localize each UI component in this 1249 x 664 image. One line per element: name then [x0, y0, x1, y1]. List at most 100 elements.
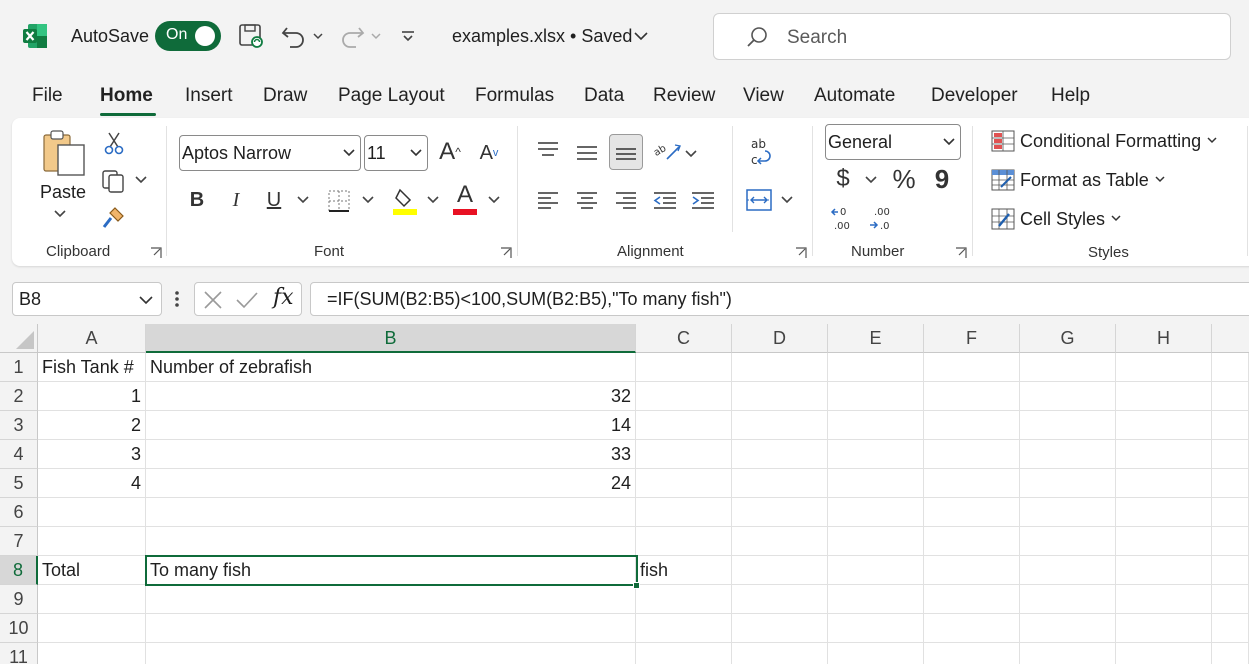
cell-g10[interactable] — [1020, 614, 1116, 643]
cell-c4[interactable] — [636, 440, 732, 469]
tab-draw[interactable]: Draw — [263, 85, 307, 107]
column-header-g[interactable]: G — [1020, 324, 1116, 353]
fill-handle[interactable] — [633, 582, 640, 589]
decrease-decimal-icon[interactable]: .00.0 — [868, 204, 896, 232]
cell-i5[interactable] — [1212, 469, 1249, 498]
cell-a8[interactable]: Total — [38, 556, 146, 585]
select-all-corner[interactable] — [0, 324, 38, 353]
column-header-d[interactable]: D — [732, 324, 828, 353]
cell-e3[interactable] — [828, 411, 924, 440]
cell-d6[interactable] — [732, 498, 828, 527]
bottom-align-icon[interactable] — [609, 134, 643, 170]
undo-dropdown-icon[interactable] — [311, 22, 325, 50]
cell-g5[interactable] — [1020, 469, 1116, 498]
filename-chevron-down-icon[interactable] — [632, 22, 650, 50]
cell-a4[interactable]: 3 — [38, 440, 146, 469]
cell-g3[interactable] — [1020, 411, 1116, 440]
cell-c9[interactable] — [636, 585, 732, 614]
column-header-c[interactable]: C — [636, 324, 732, 353]
cell-e8[interactable] — [828, 556, 924, 585]
cell-c8[interactable]: fish — [636, 556, 732, 585]
cell-e9[interactable] — [828, 585, 924, 614]
cell-h4[interactable] — [1116, 440, 1212, 469]
cell-c7[interactable] — [636, 527, 732, 556]
font-color-chevron-down-icon[interactable] — [487, 194, 501, 206]
customize-qat-icon[interactable] — [398, 22, 418, 50]
currency-button[interactable]: $ — [832, 164, 854, 194]
cell-i4[interactable] — [1212, 440, 1249, 469]
cell-d3[interactable] — [732, 411, 828, 440]
cell-h2[interactable] — [1116, 382, 1212, 411]
cell-i2[interactable] — [1212, 382, 1249, 411]
merge-center-icon[interactable] — [744, 186, 774, 214]
fill-color-chevron-down-icon[interactable] — [426, 194, 440, 206]
cell-i3[interactable] — [1212, 411, 1249, 440]
search-box[interactable]: Search — [713, 13, 1231, 60]
row-header-10[interactable]: 10 — [0, 614, 38, 643]
cell-g6[interactable] — [1020, 498, 1116, 527]
borders-chevron-down-icon[interactable] — [361, 194, 375, 206]
decrease-font-size-button[interactable]: Av — [476, 138, 502, 168]
cell-g4[interactable] — [1020, 440, 1116, 469]
tab-review[interactable]: Review — [653, 85, 715, 107]
row-header-11[interactable]: 11 — [0, 643, 38, 664]
cell-h5[interactable] — [1116, 469, 1212, 498]
cell-c11[interactable] — [636, 643, 732, 664]
column-header-a[interactable]: A — [38, 324, 146, 353]
cell-d7[interactable] — [732, 527, 828, 556]
align-right-icon[interactable] — [614, 188, 638, 212]
cell-a11[interactable] — [38, 643, 146, 664]
increase-indent-icon[interactable] — [690, 188, 716, 212]
tab-formulas[interactable]: Formulas — [475, 85, 554, 107]
cell-i6[interactable] — [1212, 498, 1249, 527]
cell-g1[interactable] — [1020, 353, 1116, 382]
cell-i1[interactable] — [1212, 353, 1249, 382]
enter-check-icon[interactable] — [235, 290, 259, 310]
font-size-select[interactable]: 11 — [364, 135, 428, 171]
cell-f10[interactable] — [924, 614, 1020, 643]
cell-b6[interactable] — [146, 498, 636, 527]
column-header-b[interactable]: B — [146, 324, 636, 353]
cell-e5[interactable] — [828, 469, 924, 498]
paste-button-label[interactable]: Paste — [40, 182, 86, 203]
copy-icon[interactable] — [100, 168, 128, 194]
cell-e7[interactable] — [828, 527, 924, 556]
name-box[interactable]: B8 — [12, 282, 162, 316]
comma-style-button[interactable]: 9 — [932, 164, 952, 194]
cell-f2[interactable] — [924, 382, 1020, 411]
tab-automate[interactable]: Automate — [814, 85, 895, 107]
cell-f9[interactable] — [924, 585, 1020, 614]
cell-c6[interactable] — [636, 498, 732, 527]
cell-c10[interactable] — [636, 614, 732, 643]
cell-i8[interactable] — [1212, 556, 1249, 585]
cell-b4[interactable]: 33 — [146, 440, 636, 469]
row-header-7[interactable]: 7 — [0, 527, 38, 556]
decrease-indent-icon[interactable] — [652, 188, 678, 212]
cell-b11[interactable] — [146, 643, 636, 664]
increase-font-size-button[interactable]: A ^ — [436, 136, 464, 168]
cell-f8[interactable] — [924, 556, 1020, 585]
cut-icon[interactable] — [102, 130, 126, 156]
cell-f11[interactable] — [924, 643, 1020, 664]
middle-align-icon[interactable] — [575, 140, 599, 164]
cell-i11[interactable] — [1212, 643, 1249, 664]
row-header-8[interactable]: 8 — [0, 556, 38, 585]
merge-chevron-down-icon[interactable] — [780, 194, 794, 206]
undo-icon[interactable] — [280, 22, 308, 50]
underline-chevron-down-icon[interactable] — [296, 194, 310, 206]
conditional-formatting-button[interactable]: Conditional Formatting — [991, 127, 1217, 155]
cell-a10[interactable] — [38, 614, 146, 643]
paste-icon[interactable] — [42, 128, 86, 178]
borders-icon[interactable] — [326, 188, 352, 214]
row-header-1[interactable]: 1 — [0, 353, 38, 382]
cell-a3[interactable]: 2 — [38, 411, 146, 440]
cell-d10[interactable] — [732, 614, 828, 643]
cell-a7[interactable] — [38, 527, 146, 556]
font-family-select[interactable]: Aptos Narrow — [179, 135, 361, 171]
cell-f7[interactable] — [924, 527, 1020, 556]
cell-a5[interactable]: 4 — [38, 469, 146, 498]
cell-d9[interactable] — [732, 585, 828, 614]
cell-i7[interactable] — [1212, 527, 1249, 556]
font-color-button[interactable]: A — [452, 182, 478, 216]
row-header-6[interactable]: 6 — [0, 498, 38, 527]
